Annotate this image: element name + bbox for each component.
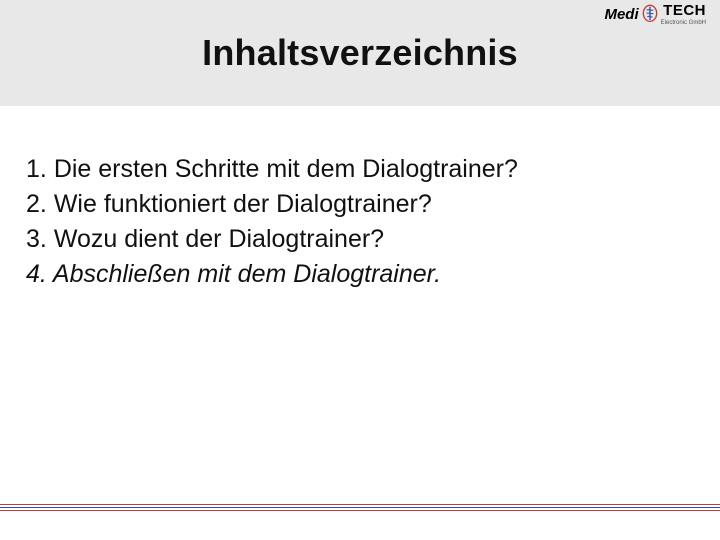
brand-right: TECH: [663, 2, 706, 19]
title-bar: Inhaltsverzeichnis Medi TECH Electronic …: [0, 0, 720, 106]
content-area: 1. Die ersten Schritte mit dem Dialogtra…: [0, 106, 720, 540]
brand-logo: Medi TECH Electronic GmbH: [604, 2, 706, 26]
item-text: Die ersten Schritte mit dem Dialogtraine…: [54, 155, 518, 183]
footer-divider: [0, 504, 720, 512]
item-text: Wozu dient der Dialogtrainer?: [54, 225, 384, 253]
list-item: 1. Die ersten Schritte mit dem Dialogtra…: [26, 152, 694, 187]
slide: Inhaltsverzeichnis Medi TECH Electronic …: [0, 0, 720, 540]
list-item: 4. Abschließen mit dem Dialogtrainer.: [26, 257, 694, 292]
item-number: 1.: [26, 155, 47, 183]
caduceus-icon: [642, 4, 658, 24]
item-text: Wie funktioniert der Dialogtrainer?: [54, 190, 432, 218]
brand-subtext: Electronic GmbH: [661, 20, 706, 26]
item-number: 2.: [26, 190, 47, 218]
page-title: Inhaltsverzeichnis: [202, 32, 518, 74]
list-item: 2. Wie funktioniert der Dialogtrainer?: [26, 187, 694, 222]
brand-left: Medi: [604, 6, 638, 23]
divider-line-red: [0, 510, 720, 511]
divider-line-red: [0, 504, 720, 505]
divider-line-blue: [0, 507, 720, 508]
item-number: 4.: [26, 260, 47, 288]
item-number: 3.: [26, 225, 47, 253]
list-item: 3. Wozu dient der Dialogtrainer?: [26, 222, 694, 257]
toc-list: 1. Die ersten Schritte mit dem Dialogtra…: [26, 152, 694, 292]
item-text: Abschließen mit dem Dialogtrainer.: [53, 260, 441, 288]
